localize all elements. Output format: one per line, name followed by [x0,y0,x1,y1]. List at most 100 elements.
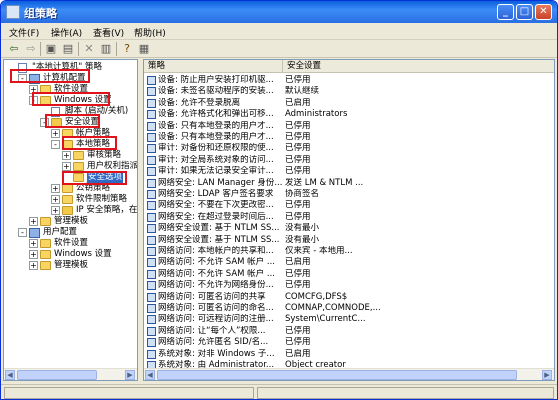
policy-icon [147,133,156,142]
policy-row[interactable]: 网络访问: 可匿名访问的共享 COMCFG,DFS$ [144,292,554,303]
scroll-right-arrow-icon[interactable]: ▶ [542,370,552,380]
policy-row[interactable]: 审计: 如果无法记录安全审计... 已停用 [144,166,554,177]
expand-icon[interactable]: + [29,250,38,259]
back-icon[interactable]: ⇦ [7,42,21,56]
tree-node[interactable]: + 软件设置 [4,238,136,249]
expand-icon[interactable]: + [62,151,71,160]
tree-node[interactable]: + 管理模板 [4,216,136,227]
policy-name: 网络安全: 在超过登录时间后... [158,211,274,222]
tree-node[interactable]: + Windows 设置 [4,249,136,260]
policy-row[interactable]: 审计: 对全局系统对象的访问... 已停用 [144,155,554,166]
tree-node-label: 软件设置 [54,238,89,248]
title-bar[interactable]: 组策略 _ □ ✕ [1,1,557,23]
expand-icon[interactable]: + [62,162,71,171]
status-cell [257,387,554,399]
scroll-left-arrow-icon[interactable]: ◀ [5,370,15,380]
tree-node[interactable]: + IP 安全策略，在 [4,205,137,216]
policy-icon [147,178,156,188]
tree-pane[interactable]: "本地计算机" 策略 - 计算机配置 + 软件设置 - Windows 设置 脚本 (启动/关… [3,59,138,381]
policy-list-pane[interactable]: 策略 安全设置 设备: 防止用户安装打印机驱... 已停用 设备: 未签名驱动程序的… [143,59,555,381]
policy-row[interactable]: 网络访问: 不允许 SAM 帐户 ... 已停用 [144,269,554,280]
policy-row[interactable]: 设备: 未签名驱动程序的安装... 默认继续 [144,86,554,97]
tree-node[interactable]: - 用户配置 [4,227,136,238]
menu-view[interactable]: 查看(V) [93,26,124,39]
tree-horizontal-scrollbar[interactable]: ◀ ▶ [4,368,137,380]
properties-icon[interactable]: ▤ [61,42,75,56]
policy-row[interactable]: 设备: 允许格式化和弹出可移... Administrators [144,109,554,120]
policy-row[interactable]: 审计: 对备份和还原权限的使... 已停用 [144,143,554,154]
policy-name: 网络安全: LDAP 客户签名要求 [158,189,274,199]
policy-row[interactable]: 网络访问: 可匿名访问的命名... COMNAP,COMNODE,... [144,303,554,314]
folder-icon [73,162,84,171]
minimize-button[interactable]: _ [497,4,514,20]
policy-icon [147,87,156,97]
policy-icon [147,110,156,120]
policy-name: 设备: 允许不登录脱离 [158,97,241,108]
policy-setting: 已启用 [285,257,311,268]
tree-node-label: Windows 设置 [54,249,112,259]
folder-icon [62,195,73,204]
policy-name: 网络访问: 本地帐户的共享和... [158,246,274,256]
policy-row[interactable]: 设备: 只有本地登录的用户才... 已停用 [144,121,554,132]
expand-icon[interactable]: + [29,261,38,270]
policy-setting: 已停用 [285,268,311,279]
scroll-right-arrow-icon[interactable]: ▶ [125,370,135,380]
list-horizontal-scrollbar[interactable]: ◀ ▶ [144,368,554,380]
policy-setting: 没有最小 [285,223,320,234]
view-icon[interactable]: ▦ [137,42,151,56]
policy-row[interactable]: 网络访问: 本地帐户的共享和... 仅来宾 - 本地用... [144,246,554,257]
scroll-left-arrow-icon[interactable]: ◀ [145,370,155,380]
policy-setting: 已停用 [285,143,311,154]
delete-icon[interactable]: ✕ [82,42,96,56]
tree-node[interactable]: + 软件限制策略 [4,194,136,205]
policy-row[interactable]: 网络访问: 不允许 SAM 帐户 ... 已启用 [144,257,554,268]
scroll-thumb[interactable] [157,370,517,380]
status-cell [4,387,254,399]
forward-icon[interactable]: ⇨ [24,42,38,56]
policy-setting: 协商签名 [285,189,320,199]
policy-row[interactable]: 网络安全: LAN Manager 身份... 发送 LM & NTLM ... [144,178,554,189]
collapse-icon[interactable]: - [51,140,60,149]
scroll-thumb[interactable] [17,370,97,380]
policy-setting: 已停用 [285,120,311,131]
highlight-security-settings [45,114,100,128]
expand-icon[interactable]: + [51,184,60,193]
policy-row[interactable]: 设备: 防止用户安装打印机驱... 已停用 [144,75,554,86]
policy-row[interactable]: 网络访问: 允许匿名 SID/名... 已停用 [144,337,554,348]
maximize-button[interactable]: □ [516,4,533,20]
policy-row[interactable]: 设备: 只有本地登录的用户才... 已停用 [144,132,554,143]
column-header-policy[interactable]: 策略 [144,60,283,73]
up-folder-icon[interactable]: ▣ [44,42,58,56]
policy-row[interactable]: 网络安全: 在超过登录时间后... 已停用 [144,212,554,223]
menu-file[interactable]: 文件(F) [9,26,39,39]
policy-row[interactable]: 系统对象: 对非 Windows 子... 已启用 [144,349,554,360]
tree-node[interactable]: + 管理模板 [4,260,136,271]
expand-icon[interactable]: + [51,206,60,215]
policy-icon [147,338,156,348]
help-icon[interactable]: ? [120,42,134,56]
export-icon[interactable]: ▥ [99,42,113,56]
column-header-setting[interactable]: 安全设置 [283,60,554,73]
policy-row[interactable]: 网络访问: 让“每个人”权限... 已停用 [144,326,554,337]
expand-icon[interactable]: + [51,195,60,204]
menu-help[interactable]: 帮助(H) [134,26,166,39]
expand-icon[interactable]: + [29,239,38,248]
status-bar [1,384,557,399]
list-header: 策略 安全设置 [144,60,554,73]
policy-row[interactable]: 网络访问: 可远程访问的注册... System\CurrentC... [144,314,554,325]
policy-row[interactable]: 网络访问: 不允许为网络身份... 已停用 [144,280,554,291]
tree-node-label: 管理模板 [54,216,89,226]
policy-row[interactable]: 设备: 允许不登录脱离 已启用 [144,98,554,109]
policy-row[interactable]: 网络安全设置: 基于 NTLM SS... 没有最小 [144,235,554,246]
close-button[interactable]: ✕ [535,4,552,20]
policy-icon [147,224,156,234]
policy-row[interactable]: 网络安全设置: 基于 NTLM SS... 没有最小 [144,223,554,234]
expand-icon[interactable]: + [29,217,38,226]
collapse-icon[interactable]: - [18,228,27,237]
policy-row[interactable]: 网络安全: LDAP 客户签名要求 协商签名 [144,189,554,200]
tree-node[interactable]: + 审核策略 [4,150,136,161]
policy-row[interactable]: 网络安全: 不要在下次更改密... 已停用 [144,200,554,211]
policy-setting: 已停用 [285,325,311,336]
menu-action[interactable]: 操作(A) [51,26,82,39]
expand-icon[interactable]: + [51,129,60,138]
